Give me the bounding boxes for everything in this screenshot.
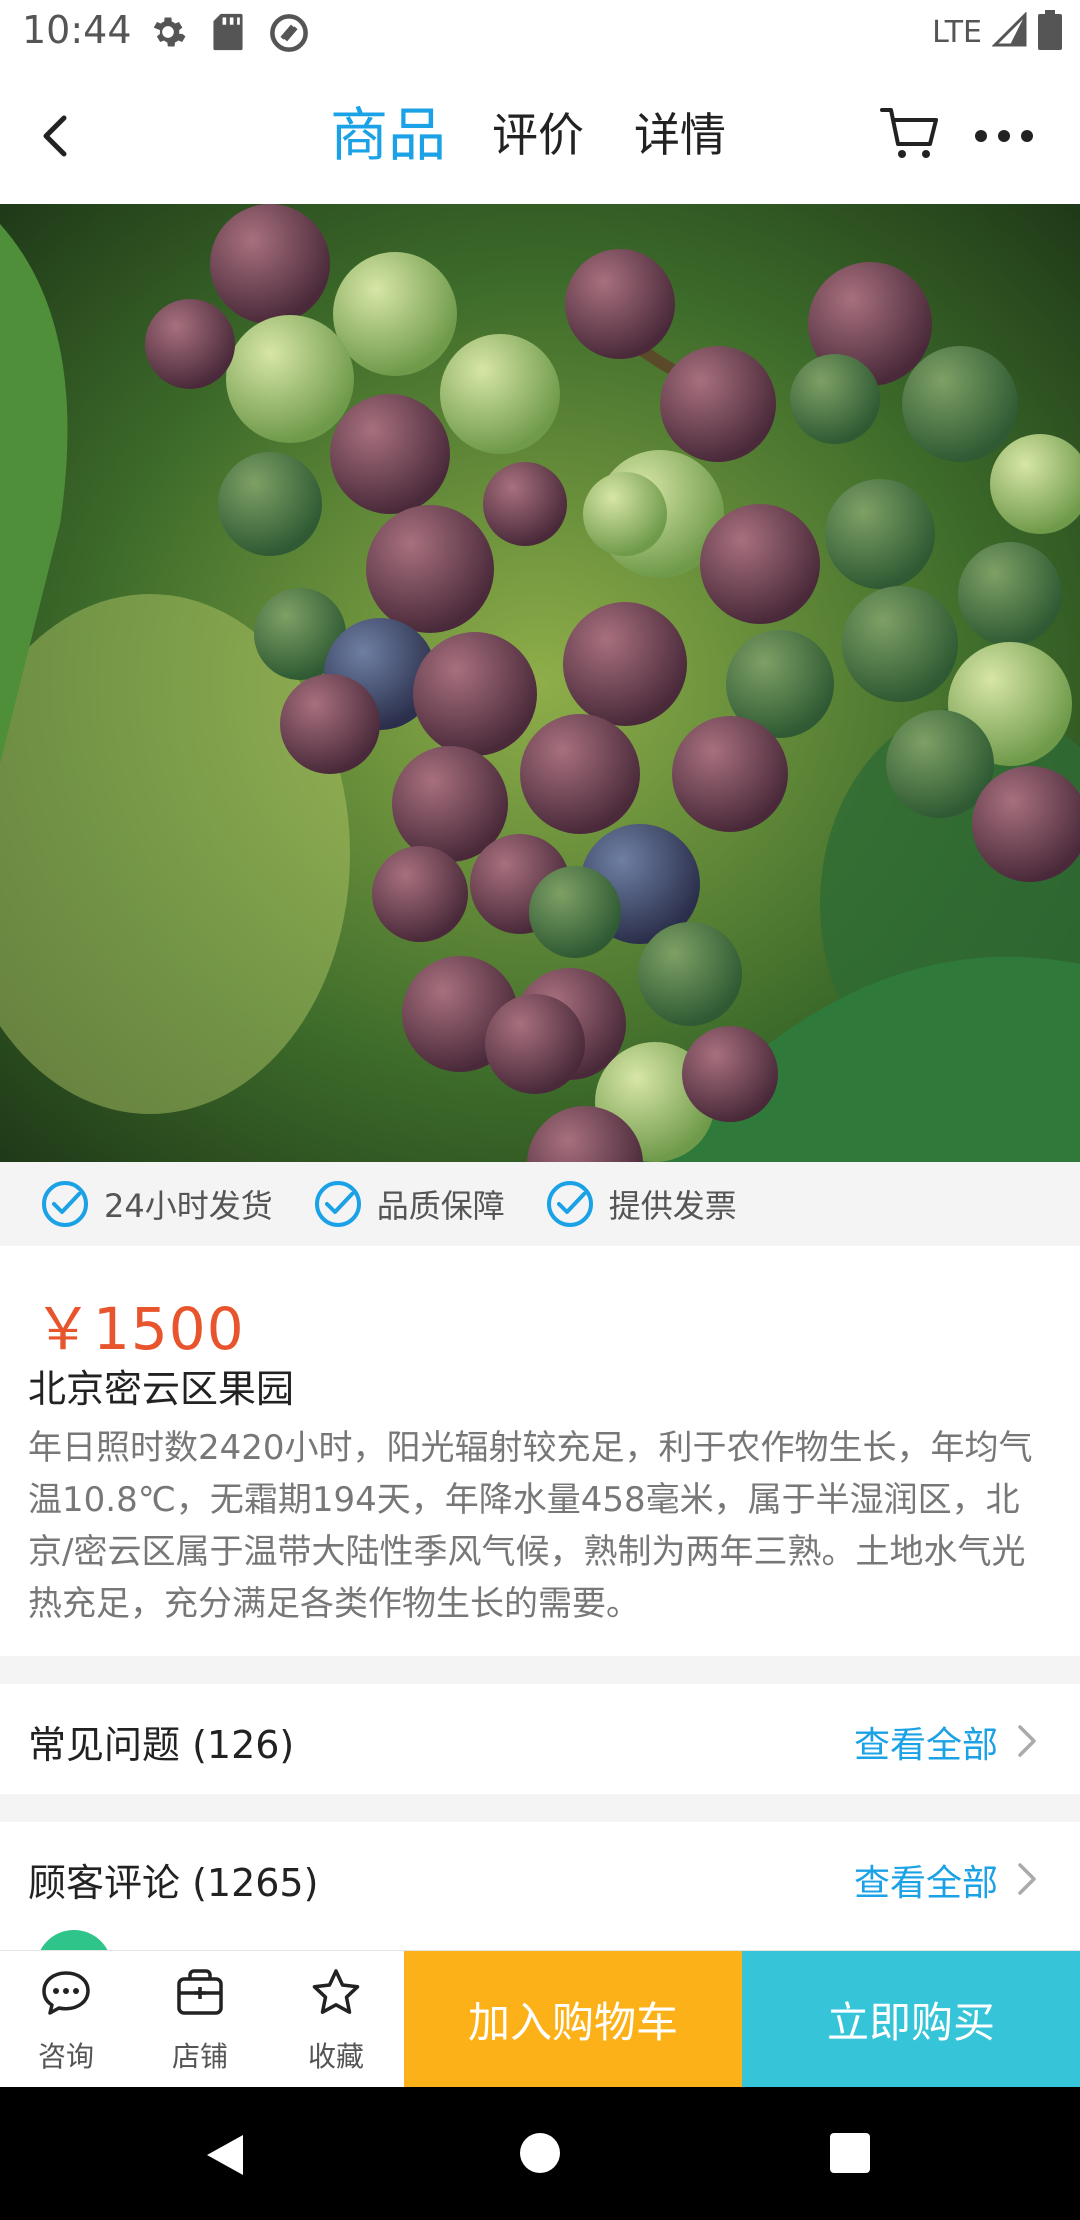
network-type: LTE [932,14,982,50]
guarantee-label: 品质保障 [376,1187,505,1225]
bottom-action-bar: 咨询 店铺 收藏 加入购物车 立即购买 [0,1950,1080,2088]
guarantee-invoice: 提供发票 [545,1179,737,1229]
top-nav-bar: 商品 评价 详情 [0,66,1080,204]
status-bar: 10:44 LTE [0,0,1080,66]
status-time: 10:44 [22,8,132,52]
guarantee-24h: 24小时发货 [40,1179,273,1229]
reviews-label: 顾客评论 (1265) [28,1861,319,1905]
back-arrow-icon[interactable] [30,102,90,168]
section-divider [0,1794,1080,1822]
product-description: 年日照时数2420小时，阳光辐射较充足，利于农作物生长，年均气温10.8℃，无霜… [28,1428,1033,1624]
guarantee-label: 提供发票 [608,1187,737,1225]
guarantee-quality: 品质保障 [313,1179,505,1229]
cart-icon[interactable] [878,102,940,168]
nav-recents-icon[interactable] [830,2133,870,2173]
product-title: 北京密云区果园 [28,1367,295,1411]
product-image[interactable] [0,204,1080,1162]
reviews-view-all-link[interactable]: 查看全部 [854,1854,998,1906]
sync-icon [268,12,310,58]
tab-details[interactable]: 详情 [634,96,726,174]
consult-label: 咨询 [37,2040,94,2073]
system-nav-bar [0,2087,1080,2220]
chevron-right-icon [1016,1724,1038,1762]
star-icon [312,1969,360,2014]
store-button[interactable]: 店铺 [140,1951,260,2088]
product-info: ￥1500 北京密云区果园 年日照时数2420小时，阳光辐射较充足，利于农作物生… [0,1246,1080,1656]
gear-icon [148,12,188,56]
more-icon[interactable] [974,128,1034,147]
reviews-row[interactable]: 顾客评论 (1265) 查看全部 [0,1822,1080,1932]
chat-icon [42,1971,90,2015]
favorite-button[interactable]: 收藏 [276,1951,396,2088]
section-divider [0,1656,1080,1684]
product-price: ￥1500 [34,1295,245,1363]
store-icon [177,1969,223,2015]
chevron-right-icon [1016,1862,1038,1900]
tab-product[interactable]: 商品 [330,96,446,174]
guarantee-strip: 24小时发货 品质保障 提供发票 [0,1162,1080,1246]
consult-button[interactable]: 咨询 [6,1951,126,2088]
tab-bar: 商品 评价 详情 [330,96,776,174]
tab-reviews[interactable]: 评价 [492,96,584,174]
guarantee-label: 24小时发货 [104,1187,273,1225]
check-circle-icon [42,1181,88,1227]
favorite-label: 收藏 [307,2040,364,2073]
check-circle-icon [314,1181,361,1227]
add-to-cart-button[interactable]: 加入购物车 [404,1951,742,2088]
faq-row[interactable]: 常见问题 (126) 查看全部 [0,1684,1080,1794]
faq-label: 常见问题 (126) [28,1723,295,1767]
nav-back-icon[interactable] [203,2131,247,2183]
sd-card-icon [210,12,246,56]
signal-icon [991,11,1028,52]
battery-icon [1038,10,1062,54]
check-circle-icon [546,1181,593,1227]
nav-home-icon[interactable] [520,2133,560,2173]
store-label: 店铺 [171,2040,228,2073]
faq-view-all-link[interactable]: 查看全部 [854,1716,998,1768]
buy-now-button[interactable]: 立即购买 [742,1951,1080,2088]
